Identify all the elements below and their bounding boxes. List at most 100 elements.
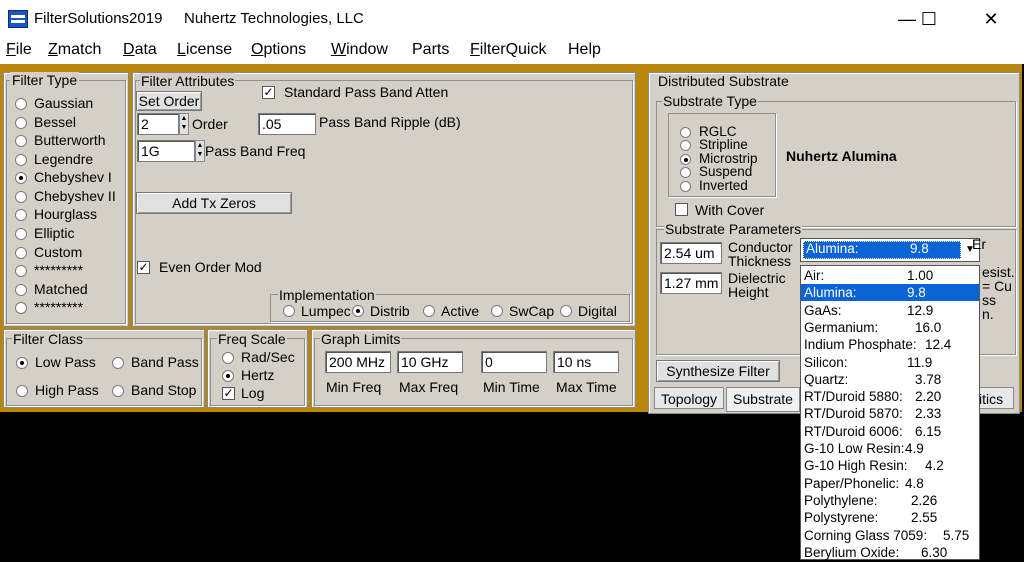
- implementation-radio-lumpec[interactable]: [283, 305, 295, 317]
- pass-band-ripple-input[interactable]: .05: [258, 113, 316, 135]
- dropdown-item-name: Paper/Phonelic:: [804, 475, 900, 491]
- filter-type-label-2: Butterworth: [34, 132, 106, 148]
- menu-data[interactable]: Data: [123, 41, 157, 59]
- substrate-type-radio-suspend[interactable]: [680, 167, 691, 178]
- synthesize-filter-button[interactable]: Synthesize Filter: [656, 360, 780, 382]
- implementation-radio-swcap[interactable]: [491, 305, 503, 317]
- dropdown-item-name: Alumina:: [804, 285, 857, 301]
- min-time-label: Min Time: [483, 379, 540, 395]
- dropdown-item-quartz[interactable]: Quartz: 3.78: [801, 371, 979, 388]
- dropdown-item-polystyrene[interactable]: Polystyrene: 2.55: [801, 509, 979, 526]
- dropdown-item-gaas[interactable]: GaAs: 12.9: [801, 302, 979, 319]
- tan-partial-label: n.: [982, 306, 994, 322]
- menu-parts[interactable]: Parts: [412, 41, 449, 59]
- dropdown-item-name: RT/Duroid 5880:: [804, 389, 903, 405]
- filter-type-radio-6[interactable]: [15, 209, 27, 221]
- filter-class-radio-low-pass[interactable]: [16, 357, 28, 369]
- dropdown-item-corning-glass-7059[interactable]: Corning Glass 7059: 5.75: [801, 527, 979, 544]
- filter-class-radio-band-stop[interactable]: [112, 385, 124, 397]
- filter-type-label-11: *********: [34, 299, 84, 315]
- tab-topology[interactable]: Topology: [654, 387, 724, 409]
- menu-window[interactable]: Window: [331, 41, 388, 59]
- dropdown-item-paper-phonelic[interactable]: Paper/Phonelic: 4.8: [801, 475, 979, 492]
- filter-type-radio-8[interactable]: [15, 247, 27, 259]
- dropdown-item-germanium[interactable]: Germanium: 16.0: [801, 319, 979, 336]
- min-freq-input[interactable]: 200 MHz: [325, 351, 391, 373]
- close-button[interactable]: ✕: [968, 4, 1014, 34]
- filter-class-title: Filter Class: [12, 331, 85, 347]
- max-time-input[interactable]: 10 ns: [553, 351, 619, 373]
- set-order-button[interactable]: Set Order: [136, 91, 202, 111]
- standard-pass-band-atten-checkbox[interactable]: ✓: [262, 86, 275, 99]
- substrate-dropdown-list[interactable]: Air: 1.00 Alumina: 9.8 GaAs: 12.9 Germanium: 16…: [800, 265, 980, 560]
- substrate-type-radio-inverted[interactable]: [680, 181, 691, 192]
- dropdown-item-value: 11.9: [907, 354, 933, 370]
- filter-type-radio-0[interactable]: [15, 98, 27, 110]
- filter-type-radio-7[interactable]: [15, 228, 27, 240]
- filter-type-radio-1[interactable]: [15, 117, 27, 129]
- dropdown-item-berylium-oxide[interactable]: Berylium Oxide: 6.30: [801, 544, 979, 561]
- dropdown-item-rt-duroid-6006[interactable]: RT/Duroid 6006: 6.15: [801, 423, 979, 440]
- order-label: Order: [192, 116, 228, 132]
- dropdown-item-value: 9.8: [907, 285, 926, 301]
- max-freq-input[interactable]: 10 GHz: [397, 351, 463, 373]
- pass-band-freq-input[interactable]: 1G: [137, 140, 195, 162]
- dropdown-item-air[interactable]: Air: 1.00: [801, 267, 979, 284]
- order-input[interactable]: 2: [137, 113, 179, 135]
- dropdown-item-alumina[interactable]: Alumina: 9.8: [801, 284, 979, 302]
- filter-type-radio-9[interactable]: [15, 265, 27, 277]
- min-freq-label: Min Freq: [326, 379, 382, 395]
- dielectric-height-input[interactable]: 1.27 mm: [660, 272, 722, 294]
- tab-substrate[interactable]: Substrate: [726, 387, 800, 412]
- dropdown-item-polythylene[interactable]: Polythylene: 2.26: [801, 492, 979, 509]
- implementation-radio-digital[interactable]: [560, 305, 572, 317]
- implementation-label-lumpec: Lumpec: [301, 303, 351, 319]
- min-time-input[interactable]: 0: [481, 351, 547, 373]
- log-label: Log: [241, 385, 265, 401]
- dropdown-item-name: Corning Glass 7059:: [804, 527, 928, 543]
- freq-scale-title: Freq Scale: [217, 331, 287, 347]
- dropdown-item-indium-phosphate[interactable]: Indium Phosphate: 12.4: [801, 336, 979, 353]
- pass-band-freq-spinner[interactable]: ▲ ▼: [195, 140, 205, 162]
- add-tx-zeros-button[interactable]: Add Tx Zeros: [136, 192, 292, 214]
- log-checkbox[interactable]: ✓: [222, 387, 235, 400]
- dropdown-item-g-10-high-resin[interactable]: G-10 High Resin: 4.2: [801, 457, 979, 474]
- implementation-radio-distrib[interactable]: [352, 305, 364, 317]
- filter-class-radio-band-pass[interactable]: [112, 357, 124, 369]
- maximize-button[interactable]: ☐: [906, 4, 952, 34]
- substrate-type-radio-microstrip[interactable]: [680, 154, 691, 165]
- dropdown-item-silicon[interactable]: Silicon: 11.9: [801, 354, 979, 371]
- even-order-mod-checkbox[interactable]: ✓: [137, 261, 150, 274]
- dropdown-item-g-10-low-resin[interactable]: G-10 Low Resin: 4.9: [801, 440, 979, 457]
- filter-type-radio-11[interactable]: [15, 302, 27, 314]
- menu-options[interactable]: Options: [251, 41, 306, 59]
- dropdown-item-rt-duroid-5870[interactable]: RT/Duroid 5870: 2.33: [801, 405, 979, 422]
- freq-scale-radio-rad-sec[interactable]: [222, 352, 234, 364]
- filter-type-radio-5[interactable]: [15, 191, 27, 203]
- substrate-type-radio-rglc[interactable]: [680, 127, 691, 138]
- order-spinner[interactable]: ▲ ▼: [179, 113, 189, 135]
- conductor-thickness-input[interactable]: 2.54 um: [660, 242, 722, 264]
- filter-class-radio-high-pass[interactable]: [16, 385, 28, 397]
- app-icon[interactable]: [8, 10, 28, 28]
- filter-type-radio-3[interactable]: [15, 154, 27, 166]
- dropdown-item-value: 16.0: [915, 319, 942, 335]
- implementation-radio-active[interactable]: [423, 305, 435, 317]
- menu-file[interactable]: File: [6, 41, 32, 59]
- freq-scale-radio-hertz[interactable]: [222, 370, 234, 382]
- dropdown-item-rt-duroid-5880[interactable]: RT/Duroid 5880: 2.20: [801, 388, 979, 405]
- filter-type-radio-4[interactable]: [15, 172, 27, 184]
- menu-zmatch[interactable]: Zmatch: [48, 41, 101, 59]
- menu-license[interactable]: License: [177, 41, 232, 59]
- dropdown-item-name: Polythylene:: [804, 492, 878, 508]
- menu-help[interactable]: Help: [568, 41, 601, 59]
- tab-parasitics[interactable]: itics: [976, 387, 1014, 409]
- menu-filterquick[interactable]: FilterQuick: [470, 41, 546, 59]
- filter-type-radio-10[interactable]: [15, 284, 27, 296]
- with-cover-checkbox[interactable]: [675, 203, 688, 216]
- filter-type-radio-2[interactable]: [15, 135, 27, 147]
- max-time-label: Max Time: [556, 379, 617, 395]
- graph-limits-title: Graph Limits: [320, 331, 402, 347]
- freq-scale-label-rad-sec: Rad/Sec: [241, 349, 295, 365]
- substrate-type-radio-stripline[interactable]: [680, 140, 691, 151]
